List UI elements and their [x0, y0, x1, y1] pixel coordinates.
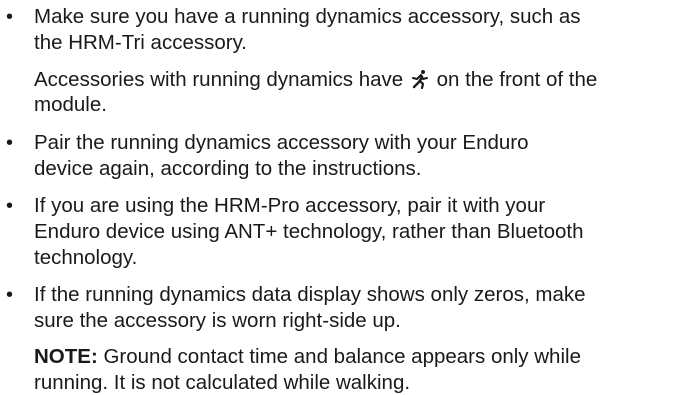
- item-3-line-1: If you are using the HRM-Pro accessory, …: [34, 194, 546, 218]
- item-1-note-line-1: Accessories with running dynamics have o…: [34, 68, 597, 92]
- item-2-line-1: Pair the running dynamics accessory with…: [34, 131, 529, 155]
- bullet-marker: •: [6, 195, 14, 218]
- item-1-note-line-2: module.: [34, 93, 107, 117]
- item-3-line-3: technology.: [34, 245, 138, 269]
- note-label: NOTE:: [34, 345, 98, 369]
- troubleshooting-document: • Make sure you have a running dynamics …: [0, 0, 694, 394]
- item-1-note-before-icon: Accessories with running dynamics have: [34, 67, 404, 91]
- item-4-line-1: If the running dynamics data display sho…: [34, 283, 586, 307]
- bullet-marker: •: [6, 132, 14, 155]
- running-figure-icon: [411, 69, 428, 89]
- item-1-line-2: the HRM-Tri accessory.: [34, 31, 247, 55]
- item-1-note-after-icon: on the front of the: [436, 67, 598, 91]
- item-4-line-2: sure the accessory is worn right-side up…: [34, 308, 401, 332]
- item-3-line-2: Enduro device using ANT+ technology, rat…: [34, 219, 584, 243]
- item-4-note-line-2: running. It is not calculated while walk…: [34, 371, 411, 395]
- bullet-marker: •: [6, 6, 14, 29]
- item-4-note-text-1: Ground contact time and balance appears …: [103, 345, 581, 369]
- bullet-marker: •: [6, 284, 14, 307]
- item-2-line-2: device again, according to the instructi…: [34, 156, 422, 180]
- item-4-note-line-1: NOTE: Ground contact time and balance ap…: [34, 345, 581, 369]
- item-1-line-1: Make sure you have a running dynamics ac…: [34, 5, 581, 29]
